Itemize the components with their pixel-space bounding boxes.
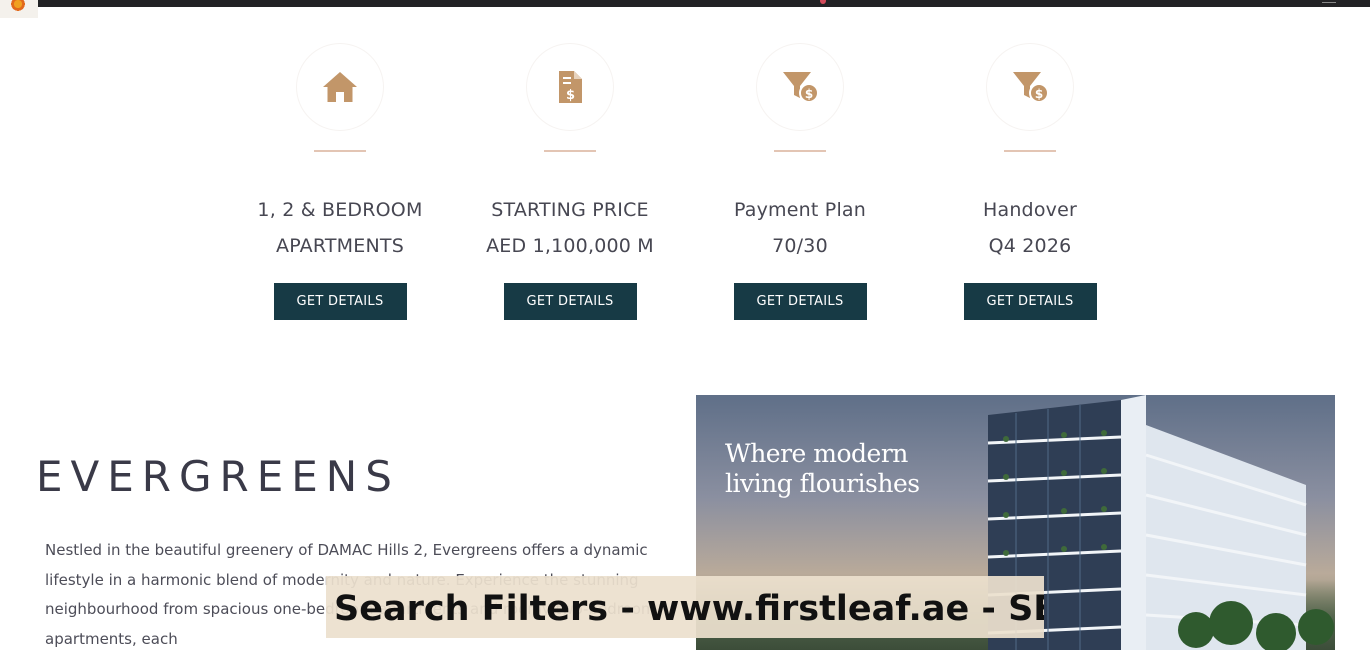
feature-bedrooms: 1, 2 & BEDROOM APARTMENTS GET DETAILS xyxy=(240,44,440,320)
svg-text:$: $ xyxy=(805,87,813,101)
site-logo[interactable] xyxy=(0,0,38,18)
svg-text:$: $ xyxy=(1035,87,1043,101)
feature-icon-circle: $ xyxy=(757,44,843,130)
top-navigation-bar xyxy=(38,0,1370,7)
feature-value: AED 1,100,000 M xyxy=(486,235,654,257)
feature-divider xyxy=(774,150,826,152)
flower-logo-icon xyxy=(10,0,26,12)
feature-divider xyxy=(544,150,596,152)
feature-title: Handover xyxy=(982,199,1077,221)
feature-title: 1, 2 & BEDROOM xyxy=(257,199,423,221)
search-filters-banner: Search Filters - www.firstleaf.ae - SE xyxy=(326,576,1044,638)
get-details-button[interactable]: GET DETAILS xyxy=(273,283,407,320)
feature-value: 70/30 xyxy=(772,235,828,257)
hero-tagline: Where modern living flourishes xyxy=(725,439,920,498)
price-document-icon: $ xyxy=(559,71,582,103)
feature-title: Payment Plan xyxy=(733,199,867,221)
menu-icon[interactable] xyxy=(1322,0,1336,3)
feature-icon-circle xyxy=(297,44,383,130)
feature-handover: $ Handover Q4 2026 GET DETAILS xyxy=(930,44,1130,320)
feature-icon-circle: $ xyxy=(527,44,613,130)
home-icon xyxy=(323,72,357,102)
feature-divider xyxy=(1004,150,1056,152)
get-details-button[interactable]: GET DETAILS xyxy=(733,283,867,320)
feature-starting-price: $ STARTING PRICE AED 1,100,000 M GET DET… xyxy=(470,44,670,320)
payment-filter-icon: $ xyxy=(1013,72,1049,103)
payment-filter-icon: $ xyxy=(783,72,819,103)
feature-icon-circle: $ xyxy=(987,44,1073,130)
feature-value: Q4 2026 xyxy=(988,235,1072,257)
svg-text:$: $ xyxy=(566,88,575,103)
get-details-button[interactable]: GET DETAILS xyxy=(503,283,637,320)
get-details-button[interactable]: GET DETAILS xyxy=(963,283,1097,320)
feature-title: STARTING PRICE xyxy=(491,199,649,221)
feature-value: APARTMENTS xyxy=(276,235,404,257)
project-title: EVERGREENS xyxy=(36,452,400,501)
feature-payment-plan: $ Payment Plan 70/30 GET DETAILS xyxy=(700,44,900,320)
feature-divider xyxy=(314,150,366,152)
